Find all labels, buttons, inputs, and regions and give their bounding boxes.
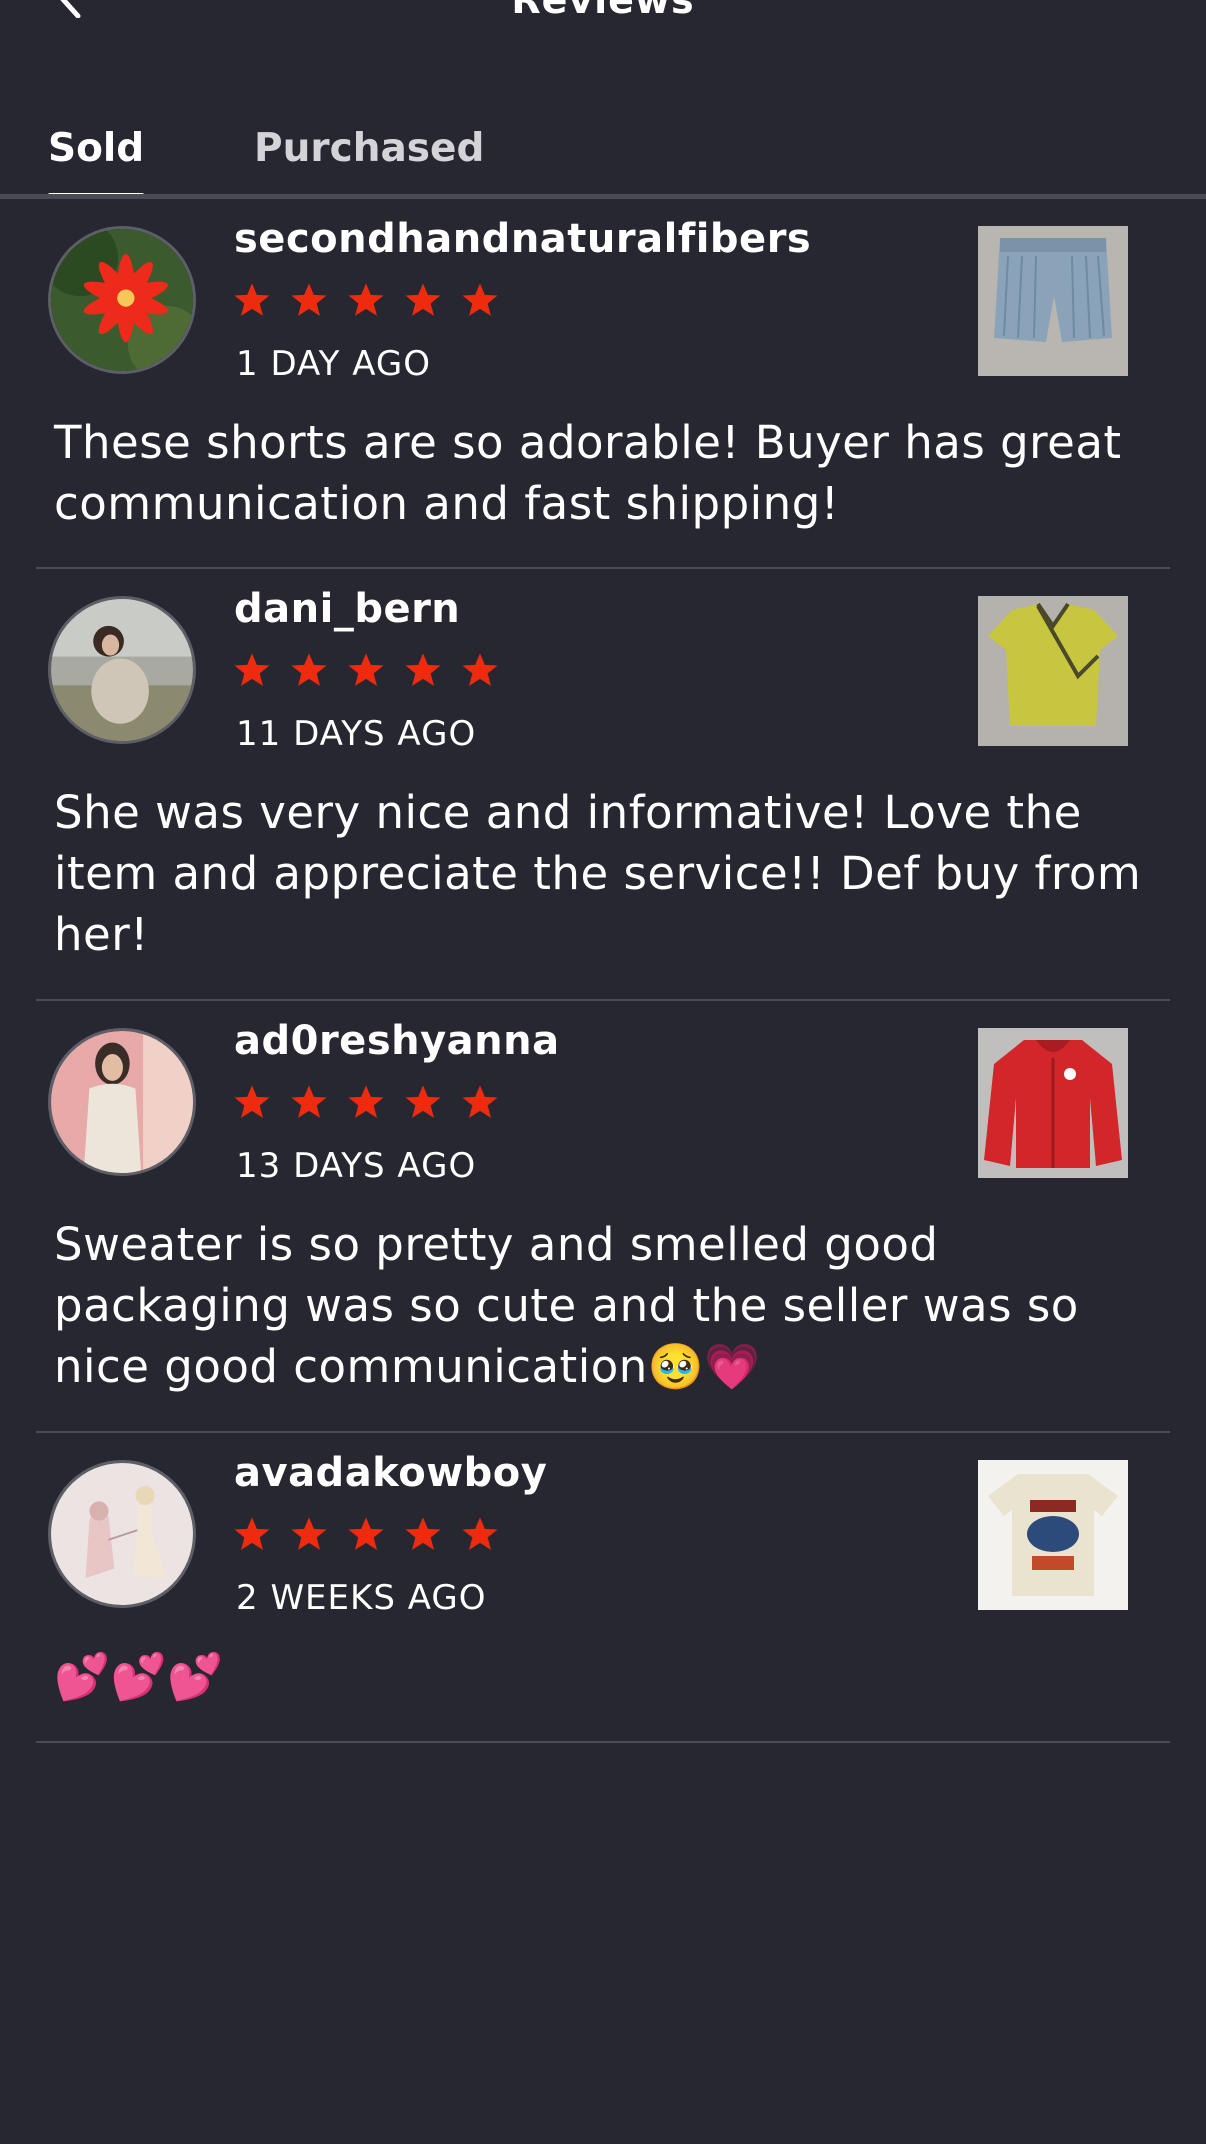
star-icon xyxy=(348,1085,384,1118)
review-text: 💕💕💕 xyxy=(54,1650,224,1703)
reviewer-username[interactable]: avadakowboy xyxy=(234,1450,547,1496)
star-icon xyxy=(462,1085,498,1118)
star-icon xyxy=(291,653,327,686)
top-bar: Reviews xyxy=(0,0,1206,40)
review-text: Sweater is so pretty and smelled good pa… xyxy=(54,1218,1079,1393)
star-icon xyxy=(234,283,270,316)
star-icon xyxy=(348,653,384,686)
reviewer-username[interactable]: secondhandnaturalfibers xyxy=(234,216,811,262)
tab-bar-divider xyxy=(0,194,1206,199)
review-text: These shorts are so adorable! Buyer has … xyxy=(54,416,1122,530)
star-icon xyxy=(291,1085,327,1118)
star-icon xyxy=(405,283,441,316)
page-title: Reviews xyxy=(511,0,695,22)
review-timestamp: 1 DAY AGO xyxy=(236,344,431,384)
review-divider xyxy=(36,1741,1170,1743)
review-timestamp: 2 WEEKS AGO xyxy=(236,1578,487,1618)
avatar[interactable] xyxy=(48,596,196,744)
review-divider xyxy=(36,999,1170,1001)
review-divider xyxy=(36,1431,1170,1433)
star-icon xyxy=(234,1517,270,1550)
star-rating xyxy=(232,280,517,328)
tab-purchased[interactable]: Purchased xyxy=(254,118,484,198)
reviewer-username[interactable]: ad0reshyanna xyxy=(234,1018,560,1064)
star-icon xyxy=(462,1517,498,1550)
tab-bar: Sold Purchased xyxy=(0,118,1206,198)
item-thumbnail[interactable] xyxy=(978,1028,1128,1178)
star-icon xyxy=(462,283,498,316)
avatar[interactable] xyxy=(48,1028,196,1176)
star-icon xyxy=(234,653,270,686)
star-rating xyxy=(232,1082,517,1130)
star-icon xyxy=(348,1517,384,1550)
item-thumbnail[interactable] xyxy=(978,226,1128,376)
avatar[interactable] xyxy=(48,226,196,374)
star-icon xyxy=(405,1517,441,1550)
tab-sold[interactable]: Sold xyxy=(48,118,145,198)
review-divider xyxy=(36,567,1170,569)
star-icon xyxy=(348,283,384,316)
review-timestamp: 11 DAYS AGO xyxy=(236,714,477,754)
star-rating xyxy=(232,1514,517,1562)
star-icon xyxy=(234,1085,270,1118)
reviewer-username[interactable]: dani_bern xyxy=(234,586,460,632)
item-thumbnail[interactable] xyxy=(978,1460,1128,1610)
avatar[interactable] xyxy=(48,1460,196,1608)
review-timestamp: 13 DAYS AGO xyxy=(236,1146,477,1186)
review-text: She was very nice and informative! Love … xyxy=(54,786,1142,961)
star-icon xyxy=(291,283,327,316)
item-thumbnail[interactable] xyxy=(978,596,1128,746)
star-icon xyxy=(405,653,441,686)
star-icon xyxy=(462,653,498,686)
star-rating xyxy=(232,650,517,698)
star-icon xyxy=(291,1517,327,1550)
star-icon xyxy=(405,1085,441,1118)
